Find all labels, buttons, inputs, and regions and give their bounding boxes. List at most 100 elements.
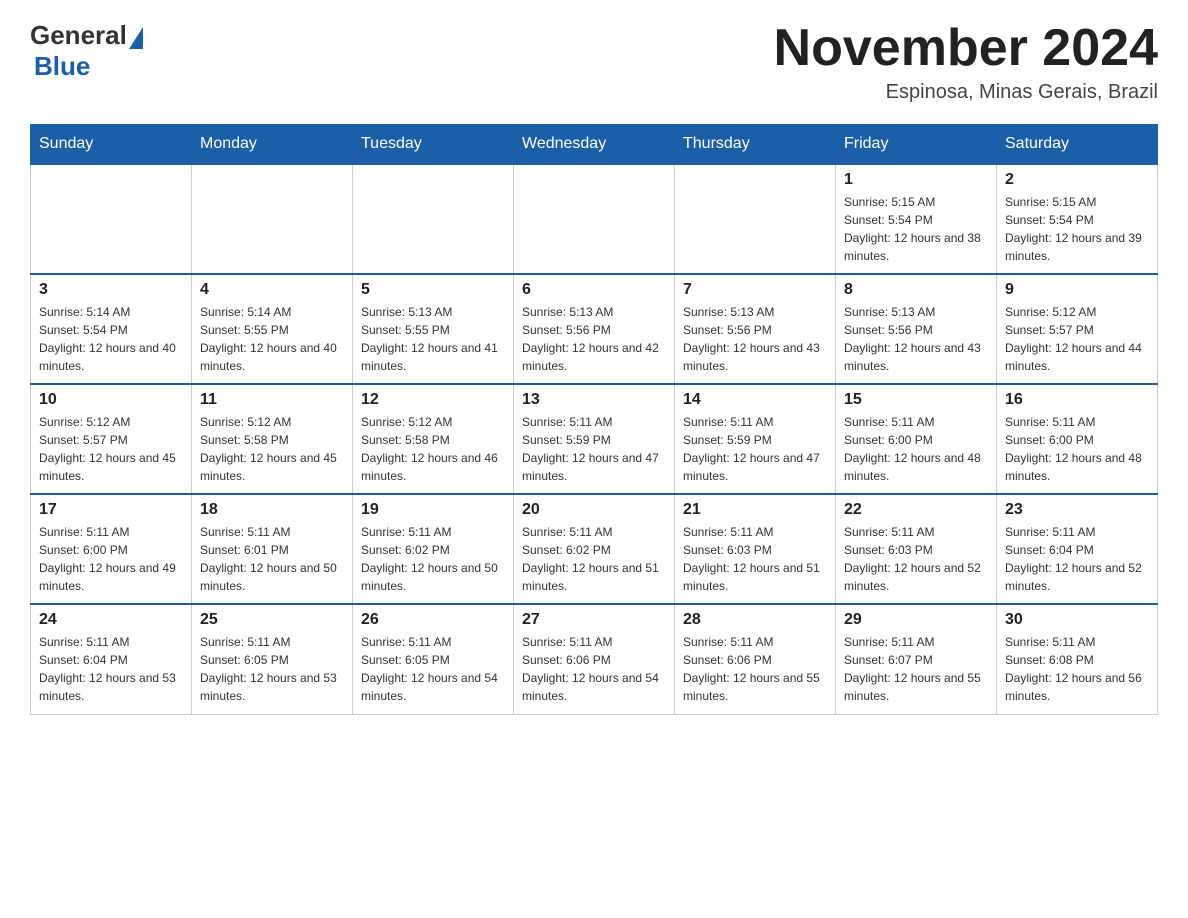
- calendar-day-cell: 24 Sunrise: 5:11 AM Sunset: 6:04 PM Dayli…: [31, 604, 192, 714]
- day-number: 24: [39, 611, 183, 629]
- day-number: 17: [39, 501, 183, 519]
- calendar-day-cell: [353, 164, 514, 274]
- calendar-day-cell: 15 Sunrise: 5:11 AM Sunset: 6:00 PM Dayli…: [836, 384, 997, 494]
- day-info: Sunrise: 5:11 AM Sunset: 6:02 PM Dayligh…: [361, 523, 505, 595]
- day-of-week-header: Tuesday: [353, 125, 514, 165]
- calendar-day-cell: 20 Sunrise: 5:11 AM Sunset: 6:02 PM Dayli…: [514, 494, 675, 604]
- day-info: Sunrise: 5:12 AM Sunset: 5:58 PM Dayligh…: [361, 413, 505, 485]
- day-info: Sunrise: 5:11 AM Sunset: 6:06 PM Dayligh…: [683, 633, 827, 705]
- day-number: 21: [683, 501, 827, 519]
- calendar-day-cell: 18Sunrise: 5:11 AM Sunset: 6:01 PM Dayli…: [192, 494, 353, 604]
- day-number: 10: [39, 391, 183, 409]
- calendar-day-cell: 14 Sunrise: 5:11 AM Sunset: 5:59 PM Dayli…: [675, 384, 836, 494]
- calendar-day-cell: 30 Sunrise: 5:11 AM Sunset: 6:08 PM Dayli…: [997, 604, 1158, 714]
- month-title: November 2024: [774, 20, 1158, 77]
- calendar-day-cell: 11 Sunrise: 5:12 AM Sunset: 5:58 PM Dayli…: [192, 384, 353, 494]
- day-info: Sunrise: 5:11 AM Sunset: 5:59 PM Dayligh…: [522, 413, 666, 485]
- day-number: 13: [522, 391, 666, 409]
- day-number: 23: [1005, 501, 1149, 519]
- day-number: 25: [200, 611, 344, 629]
- calendar-day-cell: 10 Sunrise: 5:12 AM Sunset: 5:57 PM Dayli…: [31, 384, 192, 494]
- calendar-day-cell: 16 Sunrise: 5:11 AM Sunset: 6:00 PM Dayli…: [997, 384, 1158, 494]
- day-number: 3: [39, 281, 183, 299]
- day-number: 8: [844, 281, 988, 299]
- day-info: Sunrise: 5:13 AM Sunset: 5:56 PM Dayligh…: [683, 303, 827, 375]
- calendar-day-cell: 22 Sunrise: 5:11 AM Sunset: 6:03 PM Dayli…: [836, 494, 997, 604]
- calendar-week-row: 17 Sunrise: 5:11 AM Sunset: 6:00 PM Dayli…: [31, 494, 1158, 604]
- calendar-day-cell: 5 Sunrise: 5:13 AM Sunset: 5:55 PM Daylig…: [353, 274, 514, 384]
- day-of-week-header: Thursday: [675, 125, 836, 165]
- calendar-day-cell: 21Sunrise: 5:11 AM Sunset: 6:03 PM Dayli…: [675, 494, 836, 604]
- day-of-week-header: Monday: [192, 125, 353, 165]
- day-info: Sunrise: 5:11 AM Sunset: 6:03 PM Dayligh…: [844, 523, 988, 595]
- calendar-week-row: 1 Sunrise: 5:15 AM Sunset: 5:54 PM Daylig…: [31, 164, 1158, 274]
- calendar-day-cell: 19 Sunrise: 5:11 AM Sunset: 6:02 PM Dayli…: [353, 494, 514, 604]
- calendar-day-cell: 8Sunrise: 5:13 AM Sunset: 5:56 PM Daylig…: [836, 274, 997, 384]
- day-of-week-header: Friday: [836, 125, 997, 165]
- calendar-day-cell: [514, 164, 675, 274]
- day-number: 12: [361, 391, 505, 409]
- calendar-day-cell: 13 Sunrise: 5:11 AM Sunset: 5:59 PM Dayli…: [514, 384, 675, 494]
- calendar-day-cell: 29Sunrise: 5:11 AM Sunset: 6:07 PM Dayli…: [836, 604, 997, 714]
- day-info: Sunrise: 5:12 AM Sunset: 5:58 PM Dayligh…: [200, 413, 344, 485]
- day-number: 15: [844, 391, 988, 409]
- calendar-week-row: 24 Sunrise: 5:11 AM Sunset: 6:04 PM Dayli…: [31, 604, 1158, 714]
- location-label: Espinosa, Minas Gerais, Brazil: [774, 81, 1158, 104]
- calendar-day-cell: [192, 164, 353, 274]
- day-info: Sunrise: 5:11 AM Sunset: 6:06 PM Dayligh…: [522, 633, 666, 705]
- logo-triangle-icon: [129, 27, 143, 49]
- logo-blue-text: Blue: [34, 51, 90, 82]
- day-number: 28: [683, 611, 827, 629]
- day-info: Sunrise: 5:14 AM Sunset: 5:55 PM Dayligh…: [200, 303, 344, 375]
- day-number: 5: [361, 281, 505, 299]
- day-number: 20: [522, 501, 666, 519]
- day-info: Sunrise: 5:12 AM Sunset: 5:57 PM Dayligh…: [1005, 303, 1149, 375]
- calendar-day-cell: 27 Sunrise: 5:11 AM Sunset: 6:06 PM Dayli…: [514, 604, 675, 714]
- day-of-week-header: Sunday: [31, 125, 192, 165]
- calendar-day-cell: 1Sunrise: 5:15 AM Sunset: 5:54 PM Daylig…: [836, 164, 997, 274]
- day-number: 7: [683, 281, 827, 299]
- logo-general-text: General: [30, 20, 127, 51]
- page-header: General Blue November 2024 Espinosa, Min…: [30, 20, 1158, 104]
- calendar-day-cell: 7 Sunrise: 5:13 AM Sunset: 5:56 PM Daylig…: [675, 274, 836, 384]
- day-info: Sunrise: 5:14 AM Sunset: 5:54 PM Dayligh…: [39, 303, 183, 375]
- day-number: 29: [844, 611, 988, 629]
- logo: General Blue: [30, 20, 143, 82]
- calendar-table: SundayMondayTuesdayWednesdayThursdayFrid…: [30, 124, 1158, 715]
- day-number: 19: [361, 501, 505, 519]
- calendar-day-cell: 23 Sunrise: 5:11 AM Sunset: 6:04 PM Dayli…: [997, 494, 1158, 604]
- day-of-week-header: Wednesday: [514, 125, 675, 165]
- day-number: 1: [844, 171, 988, 189]
- day-number: 2: [1005, 171, 1149, 189]
- day-number: 14: [683, 391, 827, 409]
- calendar-header-row: SundayMondayTuesdayWednesdayThursdayFrid…: [31, 125, 1158, 165]
- calendar-day-cell: 26Sunrise: 5:11 AM Sunset: 6:05 PM Dayli…: [353, 604, 514, 714]
- day-info: Sunrise: 5:12 AM Sunset: 5:57 PM Dayligh…: [39, 413, 183, 485]
- day-info: Sunrise: 5:11 AM Sunset: 6:00 PM Dayligh…: [1005, 413, 1149, 485]
- calendar-day-cell: [31, 164, 192, 274]
- calendar-day-cell: [675, 164, 836, 274]
- day-number: 16: [1005, 391, 1149, 409]
- day-info: Sunrise: 5:13 AM Sunset: 5:55 PM Dayligh…: [361, 303, 505, 375]
- day-info: Sunrise: 5:11 AM Sunset: 6:00 PM Dayligh…: [39, 523, 183, 595]
- day-info: Sunrise: 5:11 AM Sunset: 5:59 PM Dayligh…: [683, 413, 827, 485]
- day-info: Sunrise: 5:11 AM Sunset: 6:02 PM Dayligh…: [522, 523, 666, 595]
- day-info: Sunrise: 5:11 AM Sunset: 6:08 PM Dayligh…: [1005, 633, 1149, 705]
- calendar-day-cell: 4 Sunrise: 5:14 AM Sunset: 5:55 PM Daylig…: [192, 274, 353, 384]
- calendar-day-cell: 3 Sunrise: 5:14 AM Sunset: 5:54 PM Daylig…: [31, 274, 192, 384]
- day-number: 22: [844, 501, 988, 519]
- day-number: 11: [200, 391, 344, 409]
- day-info: Sunrise: 5:11 AM Sunset: 6:00 PM Dayligh…: [844, 413, 988, 485]
- day-number: 27: [522, 611, 666, 629]
- day-of-week-header: Saturday: [997, 125, 1158, 165]
- day-info: Sunrise: 5:11 AM Sunset: 6:04 PM Dayligh…: [39, 633, 183, 705]
- calendar-week-row: 3 Sunrise: 5:14 AM Sunset: 5:54 PM Daylig…: [31, 274, 1158, 384]
- day-info: Sunrise: 5:11 AM Sunset: 6:01 PM Dayligh…: [200, 523, 344, 595]
- day-info: Sunrise: 5:11 AM Sunset: 6:05 PM Dayligh…: [200, 633, 344, 705]
- day-info: Sunrise: 5:15 AM Sunset: 5:54 PM Dayligh…: [1005, 193, 1149, 265]
- day-info: Sunrise: 5:11 AM Sunset: 6:04 PM Dayligh…: [1005, 523, 1149, 595]
- day-number: 26: [361, 611, 505, 629]
- calendar-day-cell: 17 Sunrise: 5:11 AM Sunset: 6:00 PM Dayli…: [31, 494, 192, 604]
- day-number: 30: [1005, 611, 1149, 629]
- day-number: 4: [200, 281, 344, 299]
